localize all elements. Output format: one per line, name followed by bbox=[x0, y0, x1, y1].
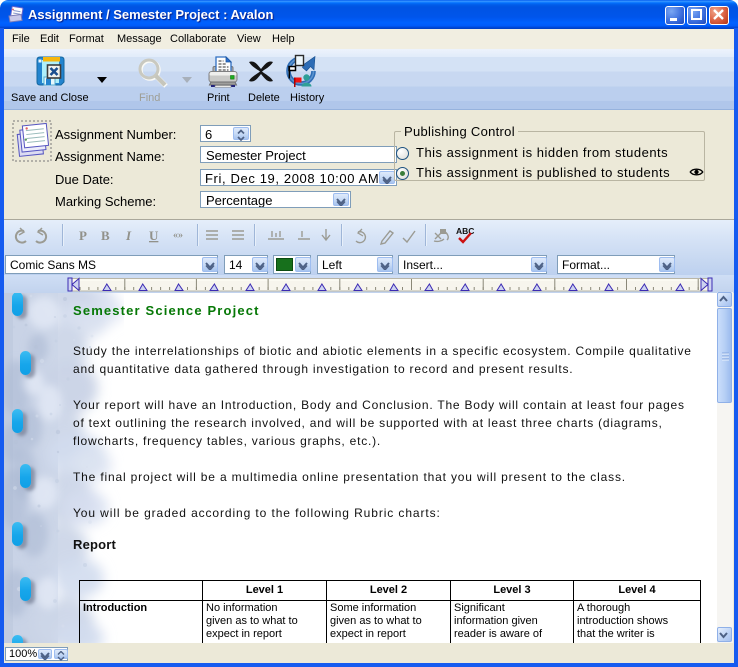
svg-text:P: P bbox=[79, 228, 87, 243]
svg-text:B: B bbox=[101, 228, 110, 243]
svg-text:ABC: ABC bbox=[456, 226, 474, 236]
svg-text:U: U bbox=[149, 228, 159, 243]
svg-text:I: I bbox=[125, 228, 132, 243]
svg-text:«»: «» bbox=[173, 230, 183, 241]
